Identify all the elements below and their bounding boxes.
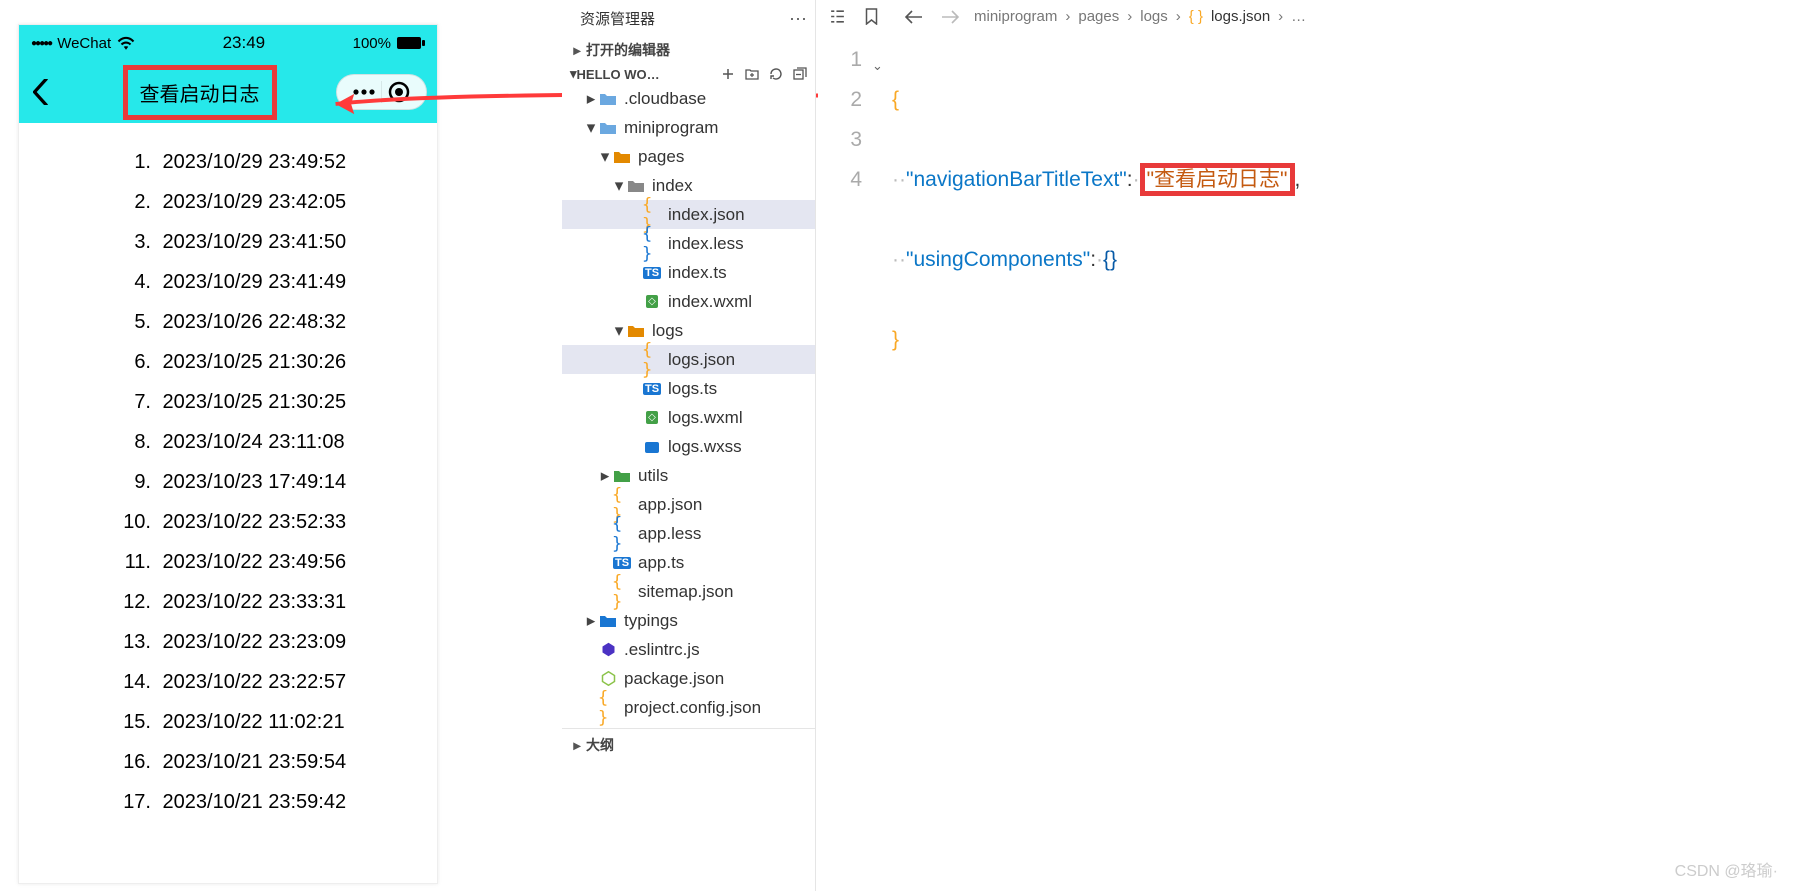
capsule-close-icon[interactable] [382, 81, 416, 103]
explorer-panel: 资源管理器 ··· ▸ 打开的编辑器 ▾ HELLO WO… ▸.cloudba… [562, 0, 816, 891]
wifi-icon [117, 36, 135, 50]
tree-item-index-less[interactable]: { }index.less [562, 229, 815, 258]
tree-item-index-folder[interactable]: ▾index [562, 171, 815, 200]
tree-item-project-config[interactable]: { }project.config.json [562, 693, 815, 722]
capsule-menu[interactable] [336, 74, 427, 110]
chevron-right-icon: ▸ [570, 737, 584, 754]
tree-item-index-ts[interactable]: TSindex.ts [562, 258, 815, 287]
breadcrumb-item[interactable]: logs [1140, 8, 1168, 25]
carrier-label: WeChat [57, 35, 111, 52]
new-folder-icon[interactable] [741, 66, 763, 82]
log-item: 11. 2023/10/22 23:49:56 [119, 543, 437, 583]
explorer-more-icon[interactable]: ··· [789, 8, 807, 29]
outline-icon[interactable] [826, 8, 848, 25]
open-editors-label: 打开的编辑器 [586, 40, 670, 60]
tree-item-index-wxml[interactable]: ◇index.wxml [562, 287, 815, 316]
nav-back-icon[interactable] [902, 10, 924, 24]
tree-item-eslintrc[interactable]: .eslintrc.js [562, 635, 815, 664]
line-numbers: ⌄ 1234 [818, 40, 892, 440]
signal-dots-icon: ●●●●● [31, 38, 51, 49]
editor-header: miniprogram› pages› logs› { } logs.json›… [818, 0, 1794, 34]
statusbar-time: 23:49 [223, 33, 266, 53]
outline-section[interactable]: ▸ 大纲 [562, 728, 815, 759]
code-value-highlight: "查看启动日志" [1140, 163, 1295, 196]
tree-item-logs-folder[interactable]: ▾logs [562, 316, 815, 345]
capsule-more-icon[interactable] [347, 88, 381, 96]
tree-item-miniprogram[interactable]: ▾miniprogram [562, 113, 815, 142]
tree-item-sitemap-json[interactable]: { }sitemap.json [562, 577, 815, 606]
project-name: HELLO WO… [577, 67, 660, 82]
log-item: 12. 2023/10/22 23:33:31 [119, 583, 437, 623]
simulator-body[interactable]: 1. 2023/10/29 23:49:522. 2023/10/29 23:4… [19, 123, 437, 823]
outline-label: 大纲 [586, 735, 614, 755]
tree-item-app-less[interactable]: { }app.less [562, 519, 815, 548]
nav-title-highlight-box: 查看启动日志 [123, 65, 277, 120]
watermark: CSDN @珞瑜· [1675, 857, 1778, 881]
refresh-icon[interactable] [765, 66, 787, 82]
log-item: 3. 2023/10/29 23:41:50 [119, 223, 437, 263]
breadcrumb-item[interactable]: pages [1078, 8, 1119, 25]
nav-forward-icon[interactable] [940, 10, 962, 24]
tree-item-cloudbase[interactable]: ▸.cloudbase [562, 84, 815, 113]
log-item: 7. 2023/10/25 21:30:25 [119, 383, 437, 423]
log-item: 1. 2023/10/29 23:49:52 [119, 143, 437, 183]
breadcrumb-item[interactable]: logs.json [1211, 8, 1270, 25]
log-item: 17. 2023/10/21 23:59:42 [119, 783, 437, 823]
breadcrumb-item[interactable]: miniprogram [974, 8, 1057, 25]
log-item: 10. 2023/10/22 23:52:33 [119, 503, 437, 543]
chevron-right-icon: ▸ [570, 42, 584, 59]
log-item: 4. 2023/10/29 23:41:49 [119, 263, 437, 303]
log-item: 9. 2023/10/23 17:49:14 [119, 463, 437, 503]
battery-icon [397, 36, 425, 50]
log-item: 5. 2023/10/26 22:48:32 [119, 303, 437, 343]
tree-item-app-ts[interactable]: TSapp.ts [562, 548, 815, 577]
open-editors-section[interactable]: ▸ 打开的编辑器 [562, 36, 815, 64]
tree-item-logs-ts[interactable]: TSlogs.ts [562, 374, 815, 403]
tree-item-utils[interactable]: ▸utils [562, 461, 815, 490]
breadcrumb-ellipsis[interactable]: … [1291, 8, 1306, 25]
statusbar: ●●●●● WeChat 23:49 100% [19, 25, 437, 61]
bookmark-icon[interactable] [860, 8, 882, 25]
fold-chevron-icon[interactable]: ⌄ [872, 46, 883, 86]
tree-item-typings[interactable]: ▸typings [562, 606, 815, 635]
log-item: 15. 2023/10/22 11:02:21 [119, 703, 437, 743]
nav-title: 查看启动日志 [140, 84, 260, 106]
tree-item-index-json[interactable]: { }index.json [562, 200, 815, 229]
code-editor[interactable]: ⌄ 1234 { ··"navigationBarTitleText":·"查看… [818, 34, 1794, 440]
battery-pct: 100% [353, 35, 391, 52]
editor-pane: miniprogram› pages› logs› { } logs.json›… [818, 0, 1794, 891]
log-item: 16. 2023/10/21 23:59:54 [119, 743, 437, 783]
explorer-title-row: 资源管理器 ··· [562, 0, 815, 36]
tree-item-app-json[interactable]: { }app.json [562, 490, 815, 519]
log-item: 2. 2023/10/29 23:42:05 [119, 183, 437, 223]
log-item: 6. 2023/10/25 21:30:26 [119, 343, 437, 383]
breadcrumb[interactable]: miniprogram› pages› logs› { } logs.json›… [974, 8, 1306, 25]
tree-item-logs-json[interactable]: { }logs.json [562, 345, 815, 374]
json-file-icon: { } [1189, 8, 1203, 25]
log-item: 14. 2023/10/22 23:22:57 [119, 663, 437, 703]
log-item: 13. 2023/10/22 23:23:09 [119, 623, 437, 663]
tree-item-logs-wxml[interactable]: ◇logs.wxml [562, 403, 815, 432]
new-file-icon[interactable] [717, 66, 739, 82]
explorer-title: 资源管理器 [580, 8, 655, 29]
navigation-bar: 查看启动日志 [19, 61, 437, 123]
simulator-window: ●●●●● WeChat 23:49 100% 查看启动日志 [18, 24, 438, 884]
tree-item-pages[interactable]: ▾pages [562, 142, 815, 171]
tree-item-logs-wxss[interactable]: logs.wxss [562, 432, 815, 461]
collapse-all-icon[interactable] [789, 66, 811, 82]
log-item: 8. 2023/10/24 23:11:08 [119, 423, 437, 463]
back-button[interactable] [19, 79, 63, 105]
code-content[interactable]: { ··"navigationBarTitleText":·"查看启动日志", … [892, 40, 1794, 440]
explorer-project-header[interactable]: ▾ HELLO WO… [562, 64, 815, 84]
